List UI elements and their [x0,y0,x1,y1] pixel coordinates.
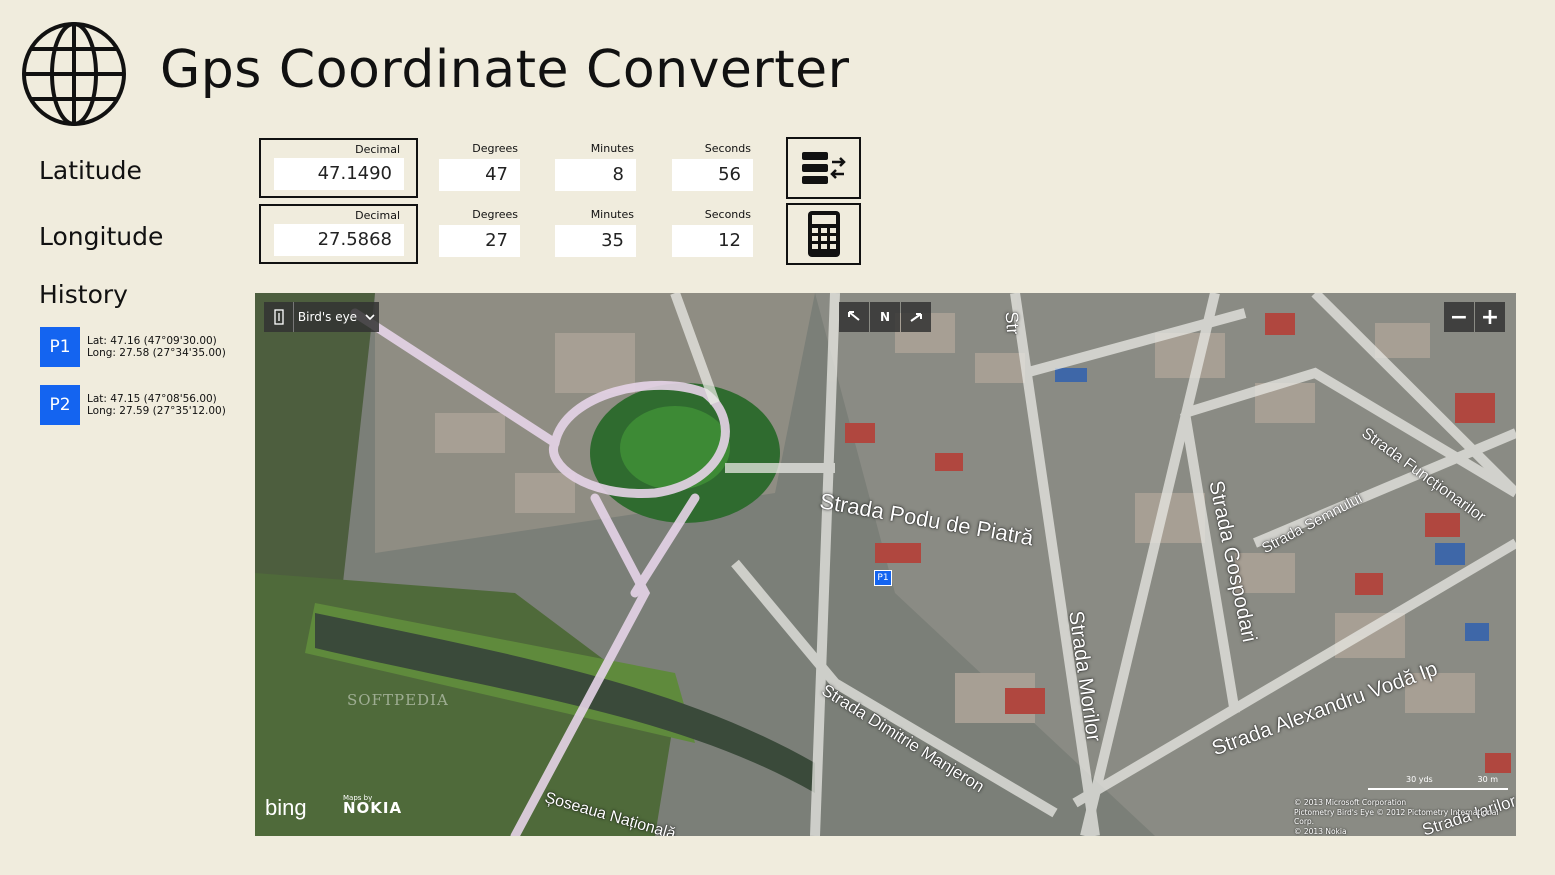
longitude-minutes-input[interactable]: 35 [555,225,636,257]
globe-icon [22,22,126,126]
copyright-line: Pictometry Bird's Eye © 2012 Pictometry … [1294,807,1499,827]
rotate-left-button[interactable] [839,302,869,332]
history-coords: Lat: 47.16 (47°09'30.00) Long: 27.58 (27… [87,335,226,360]
longitude-degrees-group: Degrees 27 [424,208,520,257]
history-lat: Lat: 47.16 (47°09'30.00) [87,334,217,347]
minutes-caption: Minutes [590,208,634,221]
map-style-selector[interactable]: Bird's eye [264,302,379,332]
latitude-degrees-group: Degrees 47 [424,142,520,191]
convert-list-icon [801,152,846,184]
app-title: Gps Coordinate Converter [160,40,850,100]
latitude-decimal-input[interactable]: 47.1490 [274,158,404,190]
nokia-wordmark: NOKIA [343,799,403,817]
history-lat: Lat: 47.15 (47°08'56.00) [87,392,217,405]
scale-yds: 30 yds [1406,775,1433,784]
seconds-caption: Seconds [704,208,751,221]
degrees-caption: Degrees [472,142,518,155]
history-long: Long: 27.59 (27°35'12.00) [87,405,226,417]
zoom-out-button[interactable]: − [1444,302,1474,332]
latitude-minutes-input[interactable]: 8 [555,159,636,191]
copyright-line: © 2013 Microsoft Corporation [1294,798,1407,807]
chevron-down-icon [365,313,375,320]
history-badge: P1 [40,327,80,367]
map-view[interactable]: Strada Podu de Piatră Strada Morilor Str… [255,293,1516,836]
scale-m: 30 m [1477,775,1498,784]
north-button[interactable]: N [870,302,900,332]
latitude-minutes-group: Minutes 8 [540,142,636,191]
history-badge: P2 [40,385,80,425]
history-item-p2[interactable]: P2 Lat: 47.15 (47°08'56.00) Long: 27.59 … [40,385,226,425]
map-style-label: Bird's eye [297,310,358,324]
longitude-decimal-input[interactable]: 27.5868 [274,224,404,256]
calculator-button[interactable] [786,203,861,265]
zoom-in-button[interactable]: + [1475,302,1505,332]
map-pin-p1[interactable]: P1 [874,570,892,586]
seconds-caption: Seconds [704,142,751,155]
watermark: SOFTPEDIA [347,691,449,709]
aerial-imagery [255,293,1516,836]
map-copyright: © 2013 Microsoft Corporation Pictometry … [1294,798,1516,836]
longitude-decimal-group: Decimal 27.5868 [259,204,418,264]
calculator-icon [807,211,840,257]
history-coords: Lat: 47.15 (47°08'56.00) Long: 27.59 (27… [87,393,226,418]
degrees-caption: Degrees [472,208,518,221]
decimal-caption: Decimal [355,143,400,156]
rotate-right-button[interactable] [901,302,931,332]
rotate-left-icon [848,311,860,321]
rotate-right-icon [910,313,922,322]
longitude-seconds-input[interactable]: 12 [672,225,753,257]
history-long: Long: 27.58 (27°34'35.00) [87,347,226,359]
scale-bar [1368,788,1508,790]
latitude-degrees-input[interactable]: 47 [439,159,520,191]
longitude-seconds-group: Seconds 12 [657,208,753,257]
longitude-degrees-input[interactable]: 27 [439,225,520,257]
latitude-seconds-input[interactable]: 56 [672,159,753,191]
longitude-minutes-group: Minutes 35 [540,208,636,257]
convert-button[interactable] [786,137,861,199]
minutes-caption: Minutes [590,142,634,155]
latitude-decimal-group: Decimal 47.1490 [259,138,418,198]
decimal-caption: Decimal [355,209,400,222]
street-label: Str [1001,310,1024,336]
map-style-dropdown[interactable]: Bird's eye [294,310,379,324]
nokia-logo: Maps by NOKIA [343,793,403,817]
map-layers-icon [264,302,294,332]
latitude-label: Latitude [39,156,142,185]
history-item-p1[interactable]: P1 Lat: 47.16 (47°09'30.00) Long: 27.58 … [40,327,226,367]
bing-logo: bing [265,795,307,820]
copyright-line: © 2013 Nokia [1294,826,1347,836]
longitude-label: Longitude [39,222,164,251]
latitude-seconds-group: Seconds 56 [657,142,753,191]
history-label: History [39,280,128,309]
